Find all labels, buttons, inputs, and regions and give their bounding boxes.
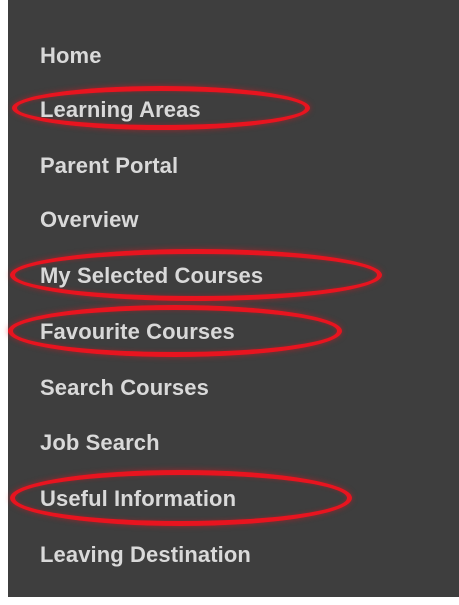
nav-item-useful-information[interactable]: Useful Information <box>40 481 236 517</box>
navigation-menu: Home Learning Areas Parent Portal Overvi… <box>0 0 459 605</box>
nav-item-overview[interactable]: Overview <box>40 202 139 238</box>
nav-item-search-courses[interactable]: Search Courses <box>40 370 209 406</box>
nav-item-home[interactable]: Home <box>40 38 102 74</box>
nav-item-job-search[interactable]: Job Search <box>40 425 160 461</box>
nav-item-favourite-courses[interactable]: Favourite Courses <box>40 314 235 350</box>
nav-item-parent-portal[interactable]: Parent Portal <box>40 148 178 184</box>
nav-item-learning-areas[interactable]: Learning Areas <box>40 92 201 128</box>
nav-item-my-selected-courses[interactable]: My Selected Courses <box>40 258 263 294</box>
nav-item-leaving-destination[interactable]: Leaving Destination <box>40 537 251 573</box>
